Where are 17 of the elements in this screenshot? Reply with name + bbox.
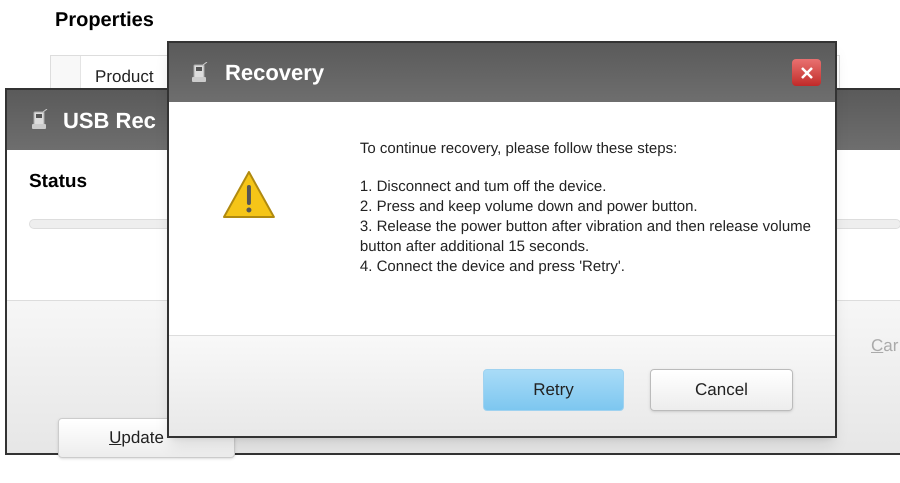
page-title: Properties	[55, 8, 154, 33]
dialog-button[interactable]: Retry	[483, 369, 624, 411]
status-heading: Status	[29, 170, 88, 194]
window-title: USB Rec	[63, 106, 156, 134]
close-icon	[800, 66, 812, 78]
warning-icon	[221, 169, 277, 221]
column-header: Product	[95, 66, 154, 86]
instruction-intro: To continue recovery, please follow these steps:	[360, 139, 678, 159]
instruction-step: 1. Disconnect and tum off the device.	[360, 177, 835, 197]
close-button[interactable]	[792, 59, 821, 86]
instruction-step: 3. Release the power button after vibration and then release volume button after additional 15 seconds.	[360, 217, 835, 257]
dialog-button[interactable]: Cancel	[650, 369, 793, 411]
phone-icon	[189, 62, 209, 84]
phone-icon	[29, 109, 49, 131]
instruction-step: 2. Press and keep volume down and power button.	[360, 197, 835, 217]
dialog-title: Recovery	[225, 59, 324, 87]
instruction-step: 4. Connect the device and press 'Retry'.	[360, 257, 835, 277]
